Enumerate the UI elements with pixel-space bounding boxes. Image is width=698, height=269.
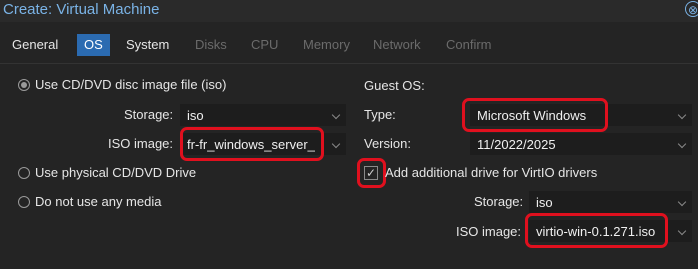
- virtio-storage-select[interactable]: iso: [529, 191, 692, 213]
- physical-drive-radio[interactable]: [18, 167, 30, 179]
- chevron-down-icon: [677, 139, 687, 149]
- chevron-down-icon: [677, 197, 687, 207]
- use-iso-radio[interactable]: [18, 79, 30, 91]
- close-icon[interactable]: ⊗: [685, 1, 698, 17]
- tab-system[interactable]: System: [119, 34, 176, 56]
- chevron-down-icon: [331, 139, 341, 149]
- tab-bar: General OS System Disks CPU Memory Netwo…: [0, 31, 698, 59]
- version-select[interactable]: 11/2022/2025: [470, 133, 692, 155]
- type-highlight: [462, 98, 608, 132]
- guest-os-heading: Guest OS:: [364, 78, 425, 93]
- version-label: Version:: [364, 136, 411, 151]
- tab-network: Network: [373, 37, 421, 52]
- chevron-down-icon: [677, 110, 687, 120]
- virtio-checkbox-highlight: [357, 158, 386, 188]
- tab-disks: Disks: [195, 37, 227, 52]
- chevron-down-icon: [677, 226, 687, 236]
- window-titlebar: Create: Virtual Machine ⊗: [0, 0, 698, 22]
- virtio-storage-value: iso: [536, 195, 553, 210]
- tab-cpu: CPU: [251, 37, 279, 52]
- no-media-label: Do not use any media: [35, 194, 162, 209]
- window-title: Create: Virtual Machine: [3, 1, 160, 18]
- storage-select[interactable]: iso: [180, 104, 346, 126]
- virtio-iso-highlight: [525, 213, 668, 248]
- storage-label: Storage:: [124, 107, 174, 122]
- use-iso-label: Use CD/DVD disc image file (iso): [35, 77, 227, 92]
- storage-value: iso: [187, 108, 204, 123]
- virtio-storage-label: Storage:: [474, 194, 524, 209]
- tab-os[interactable]: OS: [77, 34, 110, 56]
- no-media-radio[interactable]: [18, 196, 30, 208]
- type-label: Type:: [364, 107, 396, 122]
- tab-confirm: Confirm: [446, 37, 492, 52]
- virtio-label: Add additional drive for VirtIO drivers: [385, 165, 598, 180]
- version-value: 11/2022/2025: [477, 137, 556, 152]
- tab-divider: [0, 63, 698, 64]
- virtio-iso-label: ISO image:: [456, 224, 522, 239]
- chevron-down-icon: [331, 110, 341, 120]
- tab-memory: Memory: [303, 37, 350, 52]
- iso-image-highlight: [180, 127, 324, 161]
- tab-general[interactable]: General: [5, 34, 65, 56]
- physical-drive-label: Use physical CD/DVD Drive: [35, 165, 197, 180]
- iso-image-label: ISO image:: [108, 136, 174, 151]
